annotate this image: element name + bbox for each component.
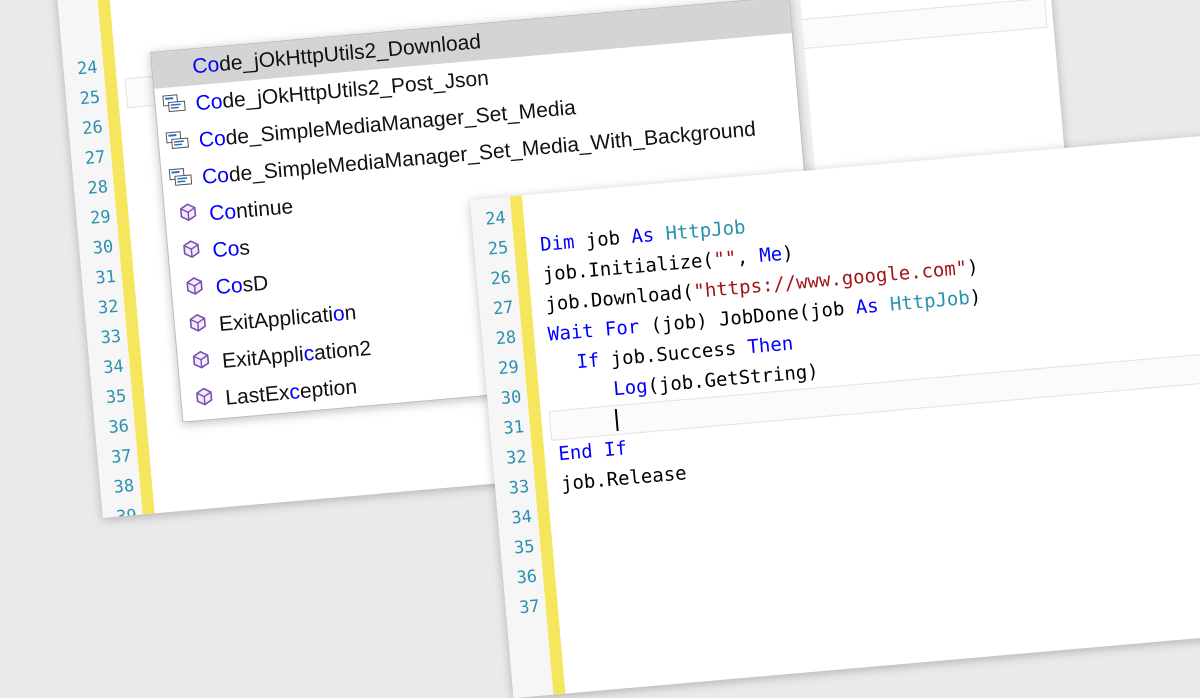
line-number: 25 [78, 87, 102, 110]
line-number: 31 [94, 266, 117, 289]
snippet-icon [164, 124, 193, 162]
line-number: 24 [76, 57, 99, 80]
item-label: ExitApplicati [218, 303, 334, 336]
line-number: 33 [507, 476, 531, 499]
line-number: 31 [502, 417, 525, 439]
line-number: 39 [115, 505, 138, 518]
match-prefix: Co [208, 200, 238, 226]
match-prefix: Co [197, 126, 227, 153]
line-number: 29 [497, 357, 520, 380]
line-number: 27 [492, 297, 515, 320]
line-number: 37 [110, 446, 133, 468]
code-token: , [735, 245, 761, 269]
item-label: eption [298, 375, 358, 404]
line-number: 35 [513, 536, 536, 559]
match-prefix: Co [194, 89, 224, 116]
keyword-cube-icon [190, 382, 219, 420]
code-token: Log [612, 375, 649, 401]
item-label: ation2 [313, 336, 373, 365]
code-token: job [584, 226, 633, 253]
code-area[interactable]: Dim job As HttpJob job.Initialize("", Me)… [539, 169, 1200, 649]
line-number: 36 [107, 416, 130, 438]
line-number: 28 [86, 177, 109, 199]
snippet-icon [167, 161, 196, 199]
code-token: HttpJob [664, 216, 747, 246]
line-number: 34 [510, 506, 533, 529]
code-token: Me [758, 243, 784, 267]
autocomplete-item[interactable]: Cos [167, 230, 251, 273]
line-number: 30 [91, 236, 115, 259]
line-number: 34 [102, 356, 125, 379]
code-token: ) [966, 255, 980, 279]
line-number: 25 [487, 237, 510, 260]
code-token: Then [746, 332, 795, 359]
line-number: 36 [515, 566, 538, 589]
item-label: ntinue [235, 195, 295, 224]
keyword-cube-icon [180, 271, 209, 309]
code-token: Dim [539, 230, 587, 257]
code-token: End If [557, 437, 628, 466]
line-number: 27 [84, 147, 107, 170]
line-number: 28 [494, 327, 518, 350]
line-number: 26 [489, 267, 512, 290]
line-number: 24 [484, 207, 507, 230]
item-label: ExitAppli [221, 342, 305, 373]
match-prefix: Co [191, 53, 221, 79]
match-prefix: Co [214, 273, 244, 300]
line-number: 26 [81, 117, 104, 140]
line-number: 33 [99, 326, 122, 349]
code-token: If [575, 348, 612, 374]
line-number: 37 [518, 596, 541, 619]
item-label: LastEx [224, 381, 291, 410]
line-number: 30 [500, 387, 523, 410]
item-label: n [343, 301, 358, 325]
code-token: As [630, 223, 667, 249]
keyword-cube-icon [184, 308, 213, 346]
code-token: As [854, 293, 891, 319]
code-token: "" [712, 247, 738, 271]
code-token: ) [968, 285, 983, 309]
line-number: 38 [112, 476, 136, 498]
keyword-cube-icon [174, 198, 203, 236]
front-code-editor[interactable]: 24 25 26 27 28 29 30 31 32 33 34 35 36 37 Dim job As … [470, 132, 1200, 698]
keyword-cube-icon [187, 345, 216, 383]
item-label: sD [241, 271, 270, 297]
keyword-cube-icon [177, 235, 206, 273]
line-number: 35 [105, 386, 128, 409]
line-number: 29 [89, 207, 112, 229]
item-label: s [238, 236, 251, 260]
code-token: ) [781, 242, 795, 265]
code-token: HttpJob [888, 286, 971, 316]
match-prefix: Co [211, 237, 241, 263]
snippet-icon [160, 87, 189, 125]
line-number: 32 [505, 447, 528, 469]
line-number: 32 [97, 296, 120, 319]
match-prefix: Co [201, 163, 230, 189]
